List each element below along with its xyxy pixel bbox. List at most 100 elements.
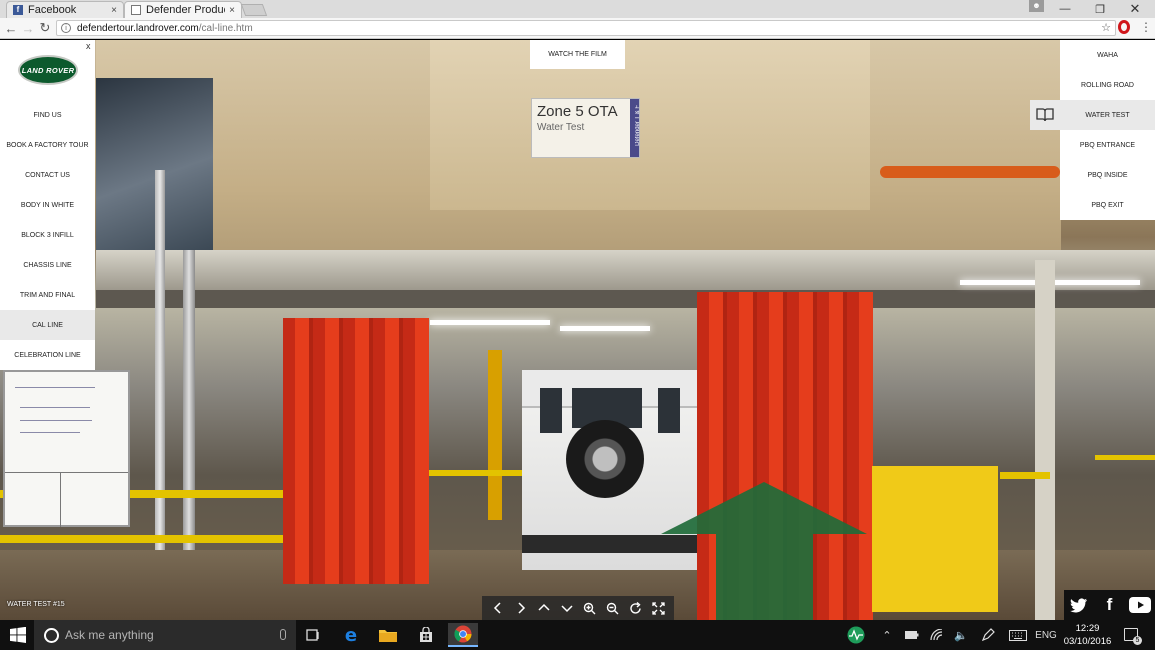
scene-item-pbq-entrance[interactable]: PBQ ENTRANCE [1060,130,1155,160]
restore-button[interactable]: ❐ [1085,0,1115,18]
close-tab-icon[interactable]: × [229,5,235,16]
windows-start-icon[interactable] [10,627,26,643]
wifi-icon[interactable] [928,620,946,650]
zoom-out-icon[interactable] [603,598,623,618]
browser-toolbar: ← → ↻ i defendertour.landrover.com/cal-l… [0,18,1155,39]
twitter-icon[interactable] [1067,593,1091,617]
clock-time: 12:29 [1075,623,1100,634]
scene-item-rolling-road[interactable]: ROLLING ROAD [1060,70,1155,100]
file-explorer-icon[interactable] [373,623,403,647]
tab-defender[interactable]: Defender Productio × [124,1,242,18]
nav-item-trim-and-final[interactable]: TRIM AND FINAL [0,280,95,310]
bookmark-star-icon[interactable]: ☆ [1101,21,1111,34]
profile-icon[interactable]: ☻ [1029,0,1044,12]
battery-icon[interactable] [903,620,921,650]
close-window-button[interactable]: ✕ [1120,0,1150,18]
nav-item-book-tour[interactable]: BOOK A FACTORY TOUR [0,130,95,160]
opera-extension-icon[interactable] [1118,20,1130,34]
nav-item-cal-line[interactable]: CAL LINE [0,310,95,340]
task-view-icon[interactable] [298,623,328,647]
taskbar-clock[interactable]: 12:29 03/10/2016 [1060,622,1115,648]
page-icon [131,5,141,15]
book-icon[interactable] [1030,100,1060,130]
volume-icon[interactable]: 🔈 [952,620,970,650]
chevron-up-icon[interactable]: ⌃ [879,620,895,650]
nav-item-find-us[interactable]: FIND US [0,100,95,130]
chevron-left-icon[interactable] [488,598,508,618]
booth-structure [430,40,870,210]
panorama-view[interactable]: Zone 5 OTA Water Test Defender T & F [0,40,1155,620]
chrome-icon[interactable] [448,623,478,647]
zone-sign-subtitle: Water Test [537,122,585,133]
cortana-search-box[interactable]: Ask me anything [34,620,296,650]
windows-taskbar: Ask me anything e ⌃ 🔈 ENG 12:29 03/10/20… [0,620,1155,650]
yellow-panel [872,466,998,612]
yellow-railing [425,470,525,476]
nav-item-block-3-infill[interactable]: BLOCK 3 INFILL [0,220,95,250]
activity-monitor-icon[interactable] [845,620,867,650]
scene-item-pbq-inside[interactable]: PBQ INSIDE [1060,160,1155,190]
scene-item-water-test[interactable]: WATER TEST [1060,100,1155,130]
zone-sign: Zone 5 OTA Water Test Defender T & F [531,98,641,158]
rotate-icon[interactable] [626,598,646,618]
chevron-right-icon[interactable] [511,598,531,618]
store-icon[interactable] [411,623,441,647]
keyboard-icon[interactable] [1006,620,1030,650]
clock-date: 03/10/2016 [1063,636,1112,647]
close-nav-button[interactable]: x [86,41,91,51]
zone-sign-tag-text: Defender T & F [635,105,641,146]
youtube-icon[interactable] [1128,593,1152,617]
scene-item-pbq-exit[interactable]: PBQ EXIT [1060,190,1155,220]
scene-item-waha[interactable]: WAHA [1060,40,1155,70]
viewer-controls [482,596,674,620]
search-placeholder: Ask me anything [65,628,154,642]
land-rover-logo[interactable]: LAND ROVER [18,55,78,85]
yellow-railing [1095,455,1155,460]
left-nav-panel: x LAND ROVER FIND US BOOK A FACTORY TOUR… [0,40,95,370]
orange-pipe [880,166,1060,178]
minimize-button[interactable]: — [1050,0,1080,18]
facebook-icon: f [13,5,23,15]
fullscreen-icon[interactable] [649,598,669,618]
cortana-icon [44,627,59,643]
nav-item-body-in-white[interactable]: BODY IN WHITE [0,190,95,220]
yellow-railing [0,535,290,543]
pen-icon[interactable] [978,620,998,650]
forward-button[interactable]: → [19,19,37,37]
url-domain: defendertour.landrover.com [77,22,199,34]
nav-item-contact-us[interactable]: CONTACT US [0,160,95,190]
whiteboard [3,370,130,527]
address-bar[interactable]: i defendertour.landrover.com/cal-line.ht… [56,20,1116,36]
facebook-icon[interactable]: f [1097,593,1121,617]
tab-facebook[interactable]: f Facebook × [6,1,124,18]
social-links: f [1064,590,1155,620]
yellow-railing [1000,472,1050,479]
navigation-arrow-icon[interactable] [661,482,867,620]
tab-title: Facebook [28,4,77,16]
chevron-down-icon[interactable] [557,598,577,618]
reload-button[interactable]: ↻ [36,19,54,37]
logo-text: LAND ROVER [21,65,75,75]
close-tab-icon[interactable]: × [111,5,117,16]
edge-icon[interactable]: e [336,623,366,647]
new-tab-button[interactable] [240,4,268,16]
spare-tyre [566,420,644,498]
notification-count: 5 [1133,636,1142,645]
watch-film-button[interactable]: WATCH THE FILM [530,40,625,69]
menu-icon[interactable]: ⋮ [1140,20,1152,34]
ceiling-light [430,320,550,325]
notification-center-icon[interactable]: 5 [1124,628,1142,645]
language-indicator[interactable]: ENG [1034,620,1058,650]
browser-tabstrip: f Facebook × Defender Productio × ☻ — ❐ … [0,0,1155,18]
zoom-in-icon[interactable] [580,598,600,618]
microphone-icon[interactable] [280,629,286,640]
info-icon[interactable]: i [61,23,71,33]
red-curtain-left [283,318,429,584]
steel-girder-shadow [96,290,1155,308]
yellow-post [488,350,502,520]
scene-label: WATER TEST #15 [7,601,65,608]
nav-item-chassis-line[interactable]: CHASSIS LINE [0,250,95,280]
chevron-up-icon[interactable] [534,598,554,618]
nav-item-celebration-line[interactable]: CELEBRATION LINE [0,340,95,370]
back-button[interactable]: ← [2,19,20,37]
